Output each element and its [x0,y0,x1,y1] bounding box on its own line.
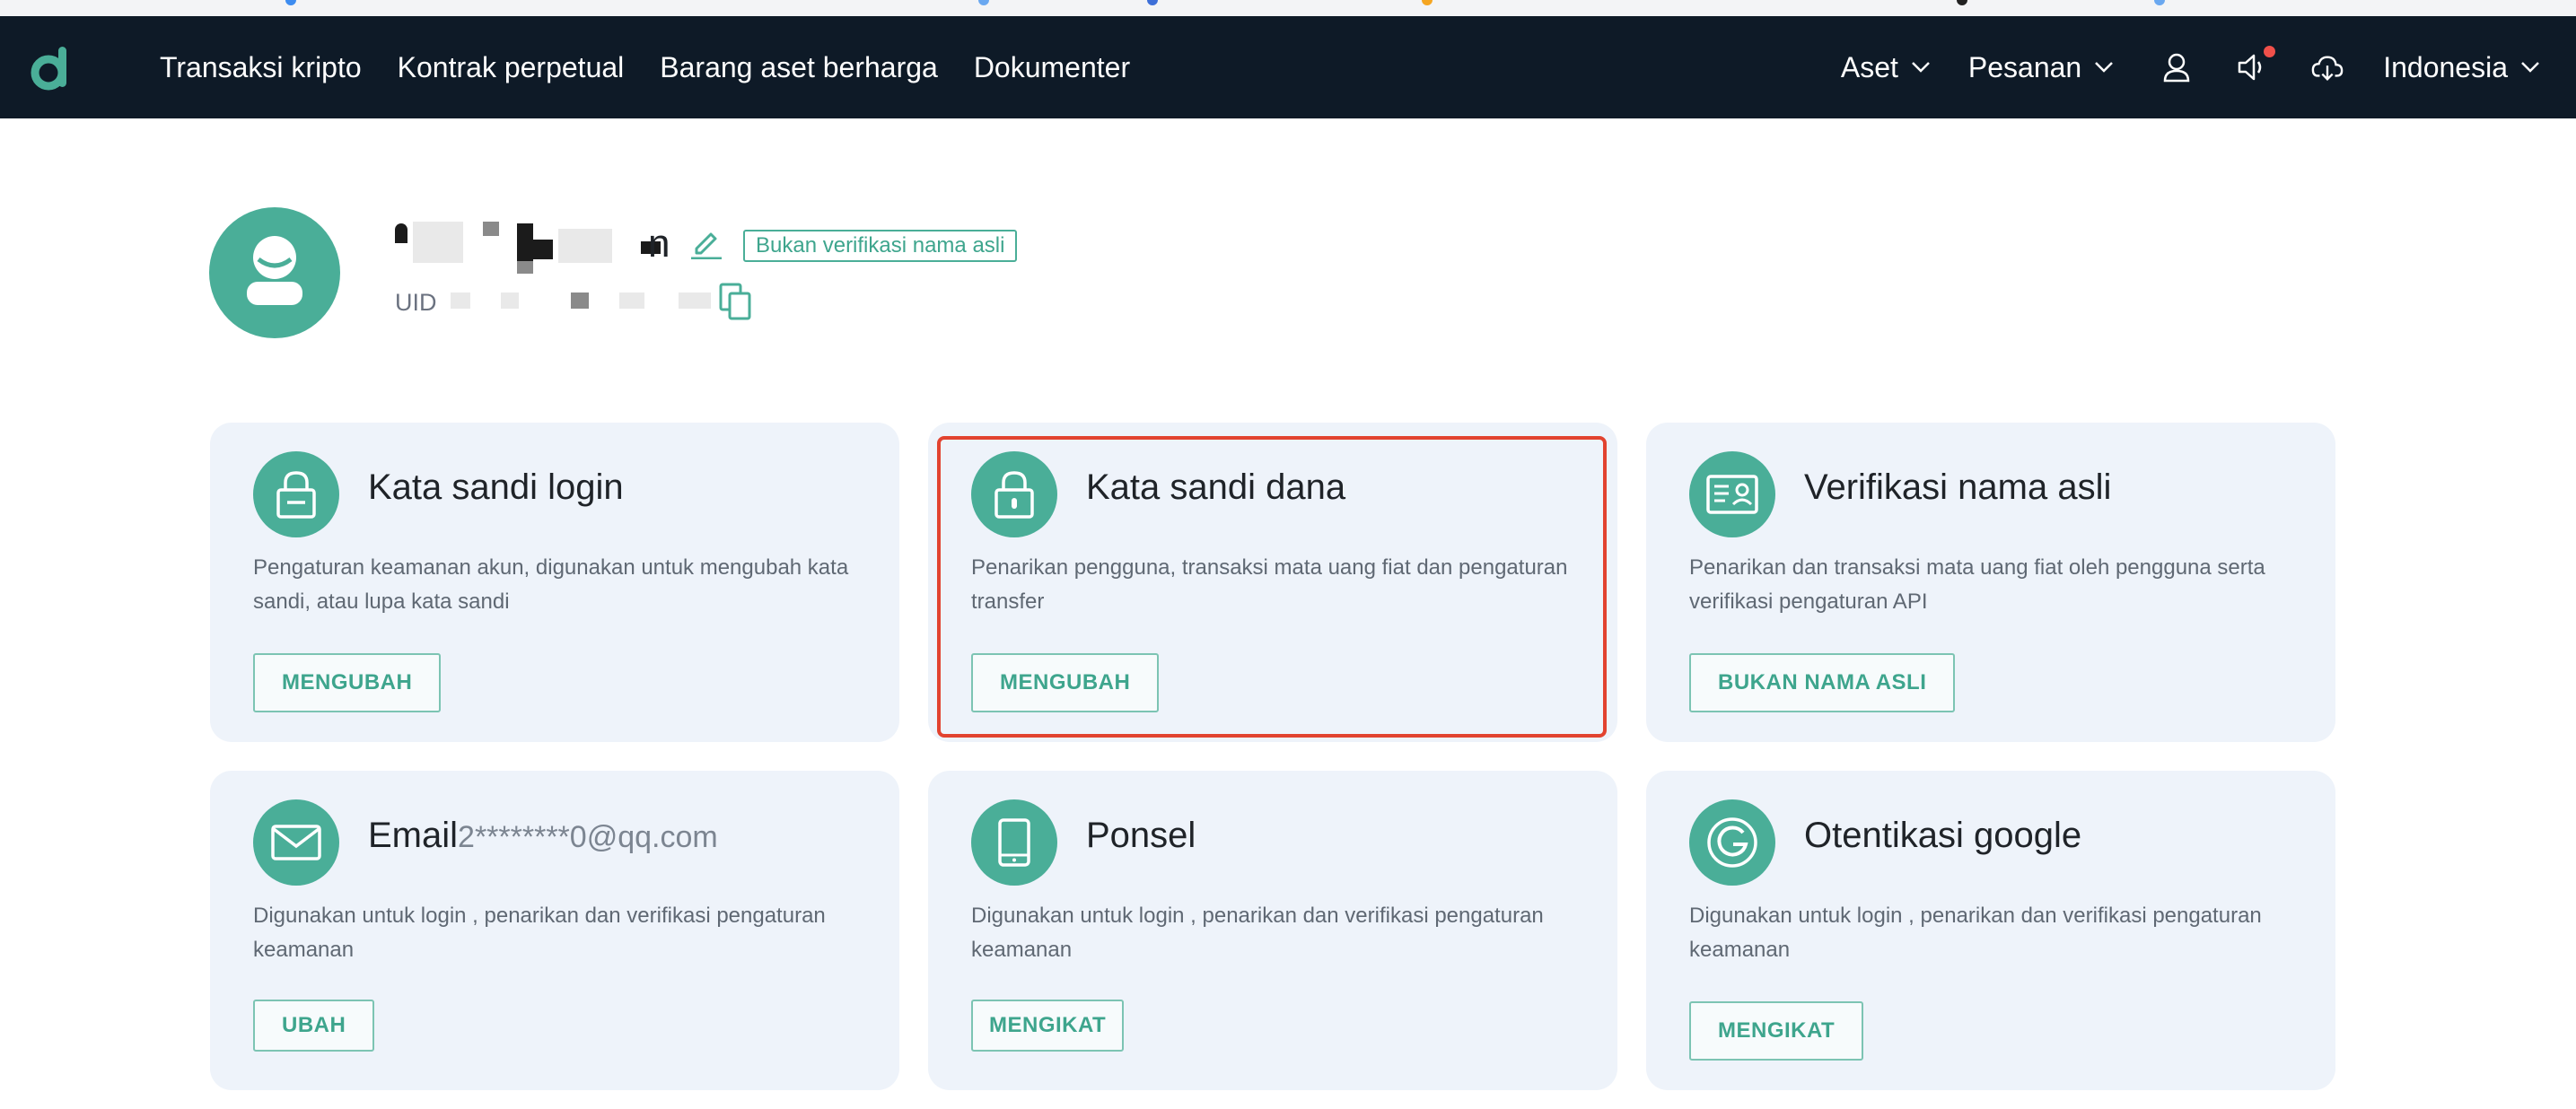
nav-link-kontrak-perpetual[interactable]: Kontrak perpetual [398,51,625,84]
google-authenticator-card: Otentikasi google Digunakan untuk login … [1646,771,2335,1090]
card-description: Pengaturan keamanan akun, digunakan untu… [253,555,849,614]
card-title: Otentikasi google [1804,816,2082,855]
card-description: Digunakan untuk login , penarikan dan ve… [253,904,826,962]
card-title: Kata sandi login [368,467,624,507]
not-real-name-button[interactable]: BUKAN NAMA ASLI [1689,653,1956,712]
chevron-down-icon [1912,62,1930,73]
nav-right-group: Aset Pesanan Indonesia [1841,16,2540,118]
nav-link-transaksi-kripto[interactable]: Transaksi kripto [160,51,362,84]
user-icon[interactable] [2160,51,2193,83]
bookmark-dot [978,0,989,5]
copy-icon[interactable] [718,282,754,321]
unverified-name-badge[interactable]: Bukan verifikasi nama asli [743,230,1018,262]
login-password-card: Kata sandi login Pengaturan keamanan aku… [210,423,899,742]
change-email-button[interactable]: UBAH [253,1000,375,1052]
lock-icon [253,451,339,537]
email-card: Email2********0@qq.com Digunakan untuk l… [210,771,899,1090]
bind-phone-button[interactable]: MENGIKAT [971,1000,1125,1052]
phone-card: Ponsel Digunakan untuk login , penarikan… [928,771,1617,1090]
bookmark-dot [1147,0,1158,5]
highlight-annotation-box [937,436,1607,738]
avatar [209,207,340,338]
change-login-password-button[interactable]: MENGUBAH [253,653,442,712]
cloud-download-icon[interactable] [2311,51,2344,83]
pesanan-label: Pesanan [1967,50,2082,83]
bookmark-dot [2154,0,2165,5]
announcement-speaker-icon[interactable] [2236,46,2276,83]
card-title: Ponsel [1086,816,1196,855]
edit-pencil-icon[interactable] [689,225,723,259]
phone-icon [971,799,1057,886]
masked-username [395,218,691,274]
bookmark-dot [285,0,296,5]
notification-dot [2264,46,2276,57]
bookmark-dot [1957,0,1967,5]
uid-label: UID [395,289,437,316]
card-description: Digunakan untuk login , penarikan dan ve… [971,904,1544,962]
aset-dropdown[interactable]: Aset [1841,51,1931,84]
bind-google-auth-button[interactable]: MENGIKAT [1689,1001,1864,1061]
envelope-icon [253,799,339,886]
bookmark-dot [1422,0,1433,5]
logo-icon[interactable] [27,43,77,93]
card-title: Email2********0@qq.com [368,816,718,856]
id-card-icon [1689,451,1775,537]
card-title: Verifikasi nama asli [1804,467,2112,507]
email-title-text: Email [368,816,459,855]
card-description: Digunakan untuk login , penarikan dan ve… [1689,904,2262,962]
username-tail: n [648,222,670,266]
nav-link-barang-aset[interactable]: Barang aset berharga [660,51,938,84]
pesanan-dropdown[interactable]: Pesanan [1968,51,2114,84]
chevron-down-icon [2521,62,2539,73]
nav-link-dokumenter[interactable]: Dokumenter [974,51,1130,84]
masked-email-address: 2********0@qq.com [458,820,718,854]
aset-label: Aset [1840,50,1898,83]
card-description: Penarikan dan transaksi mata uang fiat o… [1689,555,2265,614]
top-navbar: Transaksi kripto Kontrak perpetual Baran… [0,16,2576,118]
chevron-down-icon [2095,62,2114,73]
language-dropdown[interactable]: Indonesia [2383,51,2540,84]
real-name-verification-card: Verifikasi nama asli Penarikan dan trans… [1646,423,2335,742]
browser-bookmark-strip [0,0,2576,16]
user-avatar-icon [247,236,302,305]
google-icon [1689,799,1775,886]
main-nav: Transaksi kripto Kontrak perpetual Baran… [160,16,1166,118]
language-label: Indonesia [2383,50,2508,83]
